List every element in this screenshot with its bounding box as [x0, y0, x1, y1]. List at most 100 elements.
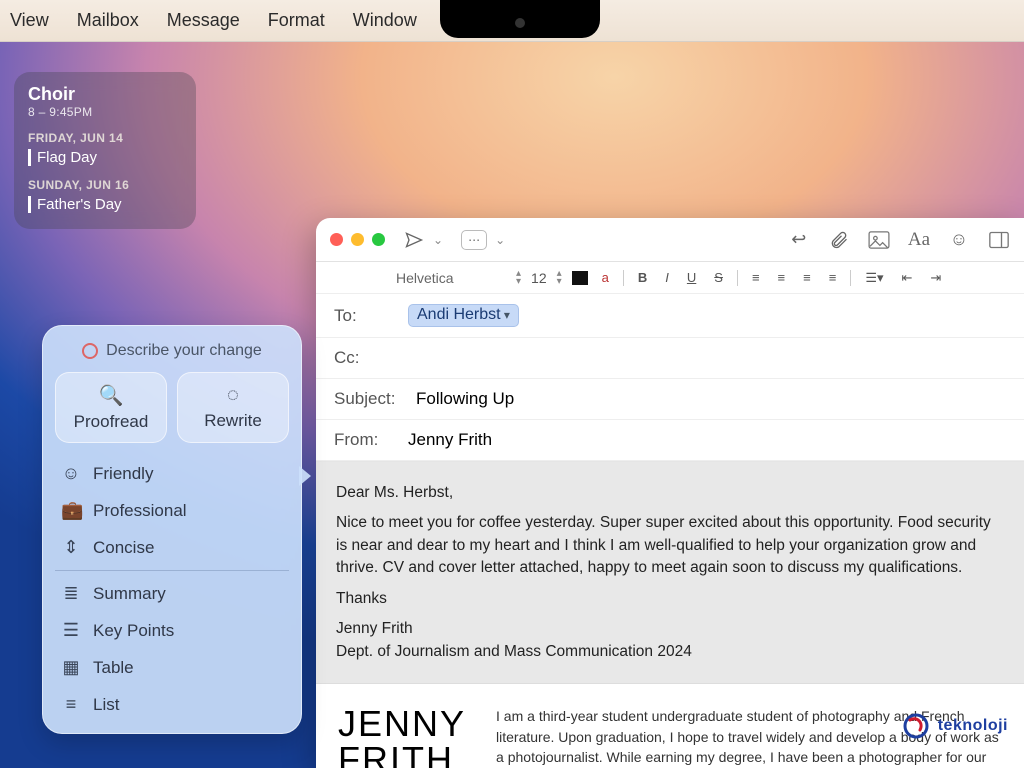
rewrite-label: Rewrite [204, 411, 262, 431]
cc-label: Cc: [334, 348, 398, 368]
reply-icon[interactable]: ↩︎ [788, 229, 810, 250]
header-fields-icon: ⋯ [461, 230, 487, 250]
menu-mailbox[interactable]: Mailbox [77, 10, 139, 31]
tone-concise[interactable]: ⇕ Concise [55, 529, 289, 566]
body-greeting: Dear Ms. Herbst, [336, 482, 1004, 504]
strike-button[interactable]: S [710, 270, 727, 285]
selected-body-text[interactable]: Dear Ms. Herbst, Nice to meet you for co… [316, 462, 1024, 684]
stopwatch-icon: ◌ [227, 384, 239, 407]
day-item-1: Father's Day [28, 196, 182, 213]
describe-change-field[interactable]: Describe your change [55, 342, 289, 360]
compress-icon: ⇕ [61, 537, 81, 558]
align-right-icon[interactable]: ≡ [799, 270, 815, 285]
camera-notch [440, 0, 600, 38]
align-left-icon[interactable]: ≡ [748, 270, 764, 285]
writing-tools-popover: Describe your change 🔍 Proofread ◌ Rewri… [42, 325, 302, 734]
font-select[interactable]: Helvetica [396, 270, 506, 286]
indent-icon[interactable]: ⇥ [926, 270, 945, 286]
subject-row[interactable]: Subject: [316, 379, 1024, 420]
proofread-button[interactable]: 🔍 Proofread [55, 372, 167, 443]
watermark-text: teknoloji [938, 717, 1008, 735]
recipient-chip[interactable]: Andi Herbst [408, 304, 519, 327]
rewrite-button[interactable]: ◌ Rewrite [177, 372, 289, 443]
format-icon[interactable]: Aa [908, 229, 930, 251]
magnify-icon: 🔍 [99, 383, 124, 408]
day-item-0: Flag Day [28, 149, 182, 166]
photo-icon[interactable] [868, 231, 890, 249]
briefcase-icon: 💼 [61, 500, 81, 521]
body-sig-name: Jenny Frith [336, 620, 413, 637]
body-para1: Nice to meet you for coffee yesterday. S… [336, 512, 1004, 579]
transform-table-label: Table [93, 658, 134, 678]
transform-summary-label: Summary [93, 584, 166, 604]
sidebar-icon[interactable] [988, 231, 1010, 249]
cc-row[interactable]: Cc: [316, 338, 1024, 379]
signature-name-2: FRITH [338, 742, 466, 768]
send-icon[interactable] [403, 230, 425, 250]
signature-name-1: JENNY [338, 706, 466, 742]
separator [55, 570, 289, 571]
tone-professional[interactable]: 💼 Professional [55, 492, 289, 529]
bullet-list-icon[interactable]: ☰▾ [861, 270, 887, 286]
attach-icon[interactable] [828, 230, 850, 250]
emoji-icon[interactable]: ☺ [948, 229, 970, 250]
describe-change-placeholder: Describe your change [106, 342, 262, 360]
font-stepper-icon[interactable]: ▴▾ [516, 270, 521, 286]
transform-table[interactable]: ▦Table [55, 649, 289, 686]
menu-window[interactable]: Window [353, 10, 417, 31]
summary-icon: ≣ [61, 583, 81, 604]
window-controls [330, 233, 385, 246]
transform-keypoints-label: Key Points [93, 621, 174, 641]
header-fields-dropdown-icon[interactable]: ⌄ [495, 233, 505, 247]
subject-label: Subject: [334, 389, 406, 409]
smile-icon: ☺ [61, 463, 81, 484]
close-button[interactable] [330, 233, 343, 246]
header-fields-button[interactable]: ⋯ [461, 230, 487, 250]
align-center-icon[interactable]: ≡ [774, 270, 790, 285]
to-row[interactable]: To: Andi Herbst [316, 294, 1024, 338]
font-size-select[interactable]: 12 [531, 270, 547, 286]
mail-toolbar: ⌄ ⋯ ⌄ ↩︎ Aa ☺ [316, 218, 1024, 262]
menu-format[interactable]: Format [268, 10, 325, 31]
body-thanks: Thanks [336, 588, 1004, 610]
send-dropdown-icon[interactable]: ⌄ [433, 233, 443, 247]
outdent-icon[interactable]: ⇤ [898, 270, 917, 286]
subject-field[interactable] [416, 389, 1006, 409]
zoom-button[interactable] [372, 233, 385, 246]
minimize-button[interactable] [351, 233, 364, 246]
text-color-alt-icon[interactable]: a [598, 270, 613, 285]
body-sig-dept: Dept. of Journalism and Mass Communicati… [336, 643, 692, 660]
transform-summary[interactable]: ≣ Summary [55, 575, 289, 612]
menu-message[interactable]: Message [167, 10, 240, 31]
list-icon: ≡ [61, 694, 81, 715]
mail-compose-window: ⌄ ⋯ ⌄ ↩︎ Aa ☺ Helvetica ▴▾ 12 ▴▾ a [316, 218, 1024, 768]
compose-headers: To: Andi Herbst Cc: Subject: From: Jenny… [316, 294, 1024, 462]
menu-view[interactable]: View [10, 10, 49, 31]
bold-button[interactable]: B [634, 270, 651, 285]
transform-keypoints[interactable]: ☰Key Points [55, 612, 289, 649]
proofread-label: Proofread [74, 412, 149, 432]
transform-list-label: List [93, 695, 119, 715]
underline-button[interactable]: U [683, 270, 700, 285]
day-header-1: SUNDAY, JUN 16 [28, 178, 182, 192]
from-label: From: [334, 430, 398, 450]
align-justify-icon[interactable]: ≡ [825, 270, 841, 285]
tone-friendly-label: Friendly [93, 464, 153, 484]
desktop: View Mailbox Message Format Window Help … [0, 0, 1024, 768]
watermark-logo: teknoloji [902, 710, 1008, 742]
tone-professional-label: Professional [93, 501, 187, 521]
tone-concise-label: Concise [93, 538, 154, 558]
from-value[interactable]: Jenny Frith [408, 430, 492, 450]
calendar-widget[interactable]: Choir 8 – 9:45PM FRIDAY, JUN 14 Flag Day… [14, 72, 196, 229]
text-color-swatch[interactable] [572, 271, 588, 285]
size-stepper-icon[interactable]: ▴▾ [557, 270, 562, 286]
transform-list[interactable]: ≡ List [55, 686, 289, 723]
italic-button[interactable]: I [661, 270, 673, 285]
to-label: To: [334, 306, 398, 326]
signature-name: JENNY FRITH [338, 706, 466, 768]
day-header-0: FRIDAY, JUN 14 [28, 131, 182, 145]
event-time: 8 – 9:45PM [28, 105, 182, 119]
from-row[interactable]: From: Jenny Frith [316, 420, 1024, 461]
tone-friendly[interactable]: ☺ Friendly [55, 455, 289, 492]
cc-field[interactable] [408, 348, 1006, 368]
